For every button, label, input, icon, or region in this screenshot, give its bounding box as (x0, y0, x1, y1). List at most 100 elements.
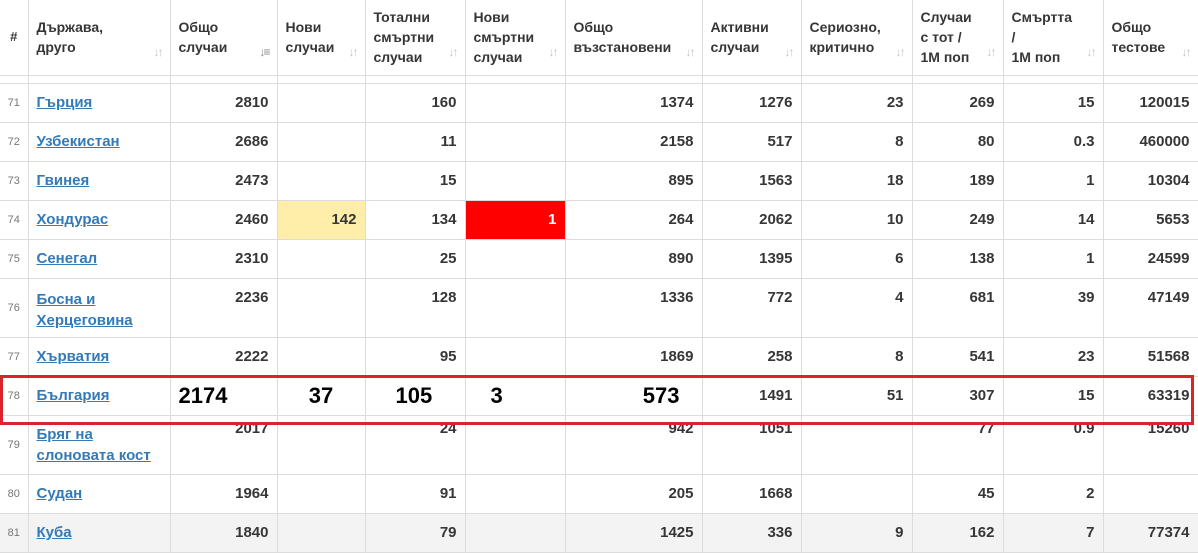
deaths-per-1m-cell: 15 (1003, 83, 1104, 123)
serious-cell: 9 (801, 513, 913, 553)
new-cases-cell (277, 513, 366, 553)
header-serious-critical[interactable]: Сериозно, критично ↓↑ (801, 0, 913, 76)
row-index: 76 (0, 278, 29, 338)
sort-icon[interactable]: ↓↑ (1087, 42, 1097, 62)
serious-cell (801, 415, 913, 475)
serious-cell: 10 (801, 200, 913, 240)
country-cell: Узбекистан (28, 122, 171, 162)
country-link[interactable]: Сенегал (37, 250, 98, 267)
total-cases-cell: 2460 (170, 200, 278, 240)
total-deaths-cell: 105 (365, 376, 466, 416)
country-cell: Сенегал (28, 239, 171, 279)
table-row: 76 Босна и Херцеговина 2236 128 1336 772… (0, 278, 1198, 338)
country-link[interactable]: Босна и Херцеговина (37, 291, 133, 329)
new-deaths-cell (465, 239, 566, 279)
deaths-per-1m-cell: 2 (1003, 474, 1104, 514)
header-total-cases[interactable]: Общо случаи ↓≡ (170, 0, 278, 76)
total-recovered-cell: 1374 (565, 83, 703, 123)
country-cell: Хондурас (28, 200, 171, 240)
cases-per-1m-cell: 77 (912, 415, 1004, 475)
row-index: 72 (0, 122, 29, 162)
total-cases-cell: 2174 (170, 376, 278, 416)
country-link[interactable]: Бряг на слоновата кост (37, 426, 151, 464)
total-recovered-cell: 1336 (565, 278, 703, 338)
country-cell: Бряг на слоновата кост (28, 415, 171, 475)
row-index: 77 (0, 337, 29, 377)
table-row: 74 Хондурас 2460 142 134 1 264 2062 10 2… (0, 200, 1198, 240)
country-link[interactable]: Хондурас (37, 211, 109, 228)
country-link[interactable]: Судан (37, 485, 83, 502)
serious-cell (801, 474, 913, 514)
table-row: 75 Сенегал 2310 25 890 1395 6 138 1 2459… (0, 239, 1198, 279)
total-cases-cell: 2236 (170, 278, 278, 338)
total-recovered-cell: 1869 (565, 337, 703, 377)
country-cell: Гвинея (28, 161, 171, 201)
total-tests-cell: 5653 (1103, 200, 1198, 240)
sort-icon[interactable]: ↓↑ (154, 42, 164, 62)
row-index: 78 (0, 376, 29, 416)
header-num[interactable]: # (0, 0, 29, 76)
new-cases-cell (277, 83, 366, 123)
active-cases-cell: 517 (702, 122, 802, 162)
deaths-per-1m-cell: 1 (1003, 239, 1104, 279)
new-deaths-cell (465, 513, 566, 553)
country-link[interactable]: Гърция (37, 94, 93, 111)
deaths-per-1m-cell: 7 (1003, 513, 1104, 553)
deaths-per-1m-cell: 1 (1003, 161, 1104, 201)
active-cases-cell: 1668 (702, 474, 802, 514)
country-link[interactable]: Куба (37, 524, 72, 541)
header-total-tests[interactable]: Общо тестове ↓↑ (1103, 0, 1198, 76)
table-row: 77 Хърватия 2222 95 1869 258 8 541 23 51… (0, 337, 1198, 377)
country-link[interactable]: Гвинея (37, 172, 90, 189)
row-index: 81 (0, 513, 29, 553)
country-link[interactable]: Узбекистан (37, 133, 120, 150)
active-cases-cell: 1395 (702, 239, 802, 279)
sort-icon[interactable]: ↓↑ (1182, 42, 1192, 62)
cases-per-1m-cell: 249 (912, 200, 1004, 240)
sort-icon[interactable]: ↓↑ (549, 42, 559, 62)
header-new-deaths[interactable]: Нови смъртни случаи ↓↑ (465, 0, 566, 76)
sort-icon[interactable]: ↓↑ (686, 42, 696, 62)
sort-desc-icon[interactable]: ↓≡ (259, 42, 270, 62)
total-tests-cell: 47149 (1103, 278, 1198, 338)
header-new-cases[interactable]: Нови случаи ↓↑ (277, 0, 366, 76)
new-deaths-cell (465, 122, 566, 162)
country-cell: Гърция (28, 83, 171, 123)
country-link[interactable]: Хърватия (37, 348, 110, 365)
covid-stats-table: # Държава, друго ↓↑ Общо случаи ↓≡ Нови сл… (0, 0, 1198, 553)
header-country[interactable]: Държава, друго ↓↑ (28, 0, 171, 76)
total-cases-cell: 2686 (170, 122, 278, 162)
table-row: 81 Куба 1840 79 1425 336 9 162 7 77374 (0, 513, 1198, 553)
header-cases-per-1m[interactable]: Случаи с тот / 1М поп ↓↑ (912, 0, 1004, 76)
sort-icon[interactable]: ↓↑ (349, 42, 359, 62)
header-total-recovered[interactable]: Общо възстановени ↓↑ (565, 0, 703, 76)
total-deaths-cell: 95 (365, 337, 466, 377)
total-recovered-cell: 942 (565, 415, 703, 475)
header-deaths-per-1m[interactable]: Смъртта / 1М поп ↓↑ (1003, 0, 1104, 76)
country-link[interactable]: България (37, 387, 110, 404)
cases-per-1m-cell: 162 (912, 513, 1004, 553)
total-tests-cell: 63319 (1103, 376, 1198, 416)
total-tests-cell: 460000 (1103, 122, 1198, 162)
sort-icon[interactable]: ↓↑ (785, 42, 795, 62)
total-cases-cell: 2810 (170, 83, 278, 123)
new-deaths-cell: 1 (465, 200, 566, 240)
active-cases-cell: 336 (702, 513, 802, 553)
header-total-deaths[interactable]: Тотални смъртни случаи ↓↑ (365, 0, 466, 76)
sort-icon[interactable]: ↓↑ (896, 42, 906, 62)
new-cases-cell (277, 161, 366, 201)
header-active-cases[interactable]: Активни случаи ↓↑ (702, 0, 802, 76)
table-row: 79 Бряг на слоновата кост 2017 24 942 10… (0, 415, 1198, 475)
new-cases-cell (277, 122, 366, 162)
total-deaths-cell: 24 (365, 415, 466, 475)
serious-cell: 4 (801, 278, 913, 338)
cases-per-1m-cell: 269 (912, 83, 1004, 123)
total-recovered-cell: 2158 (565, 122, 703, 162)
active-cases-cell: 258 (702, 337, 802, 377)
total-tests-cell: 77374 (1103, 513, 1198, 553)
serious-cell: 51 (801, 376, 913, 416)
new-cases-cell (277, 415, 366, 475)
new-cases-cell (277, 474, 366, 514)
sort-icon[interactable]: ↓↑ (987, 42, 997, 62)
sort-icon[interactable]: ↓↑ (449, 42, 459, 62)
